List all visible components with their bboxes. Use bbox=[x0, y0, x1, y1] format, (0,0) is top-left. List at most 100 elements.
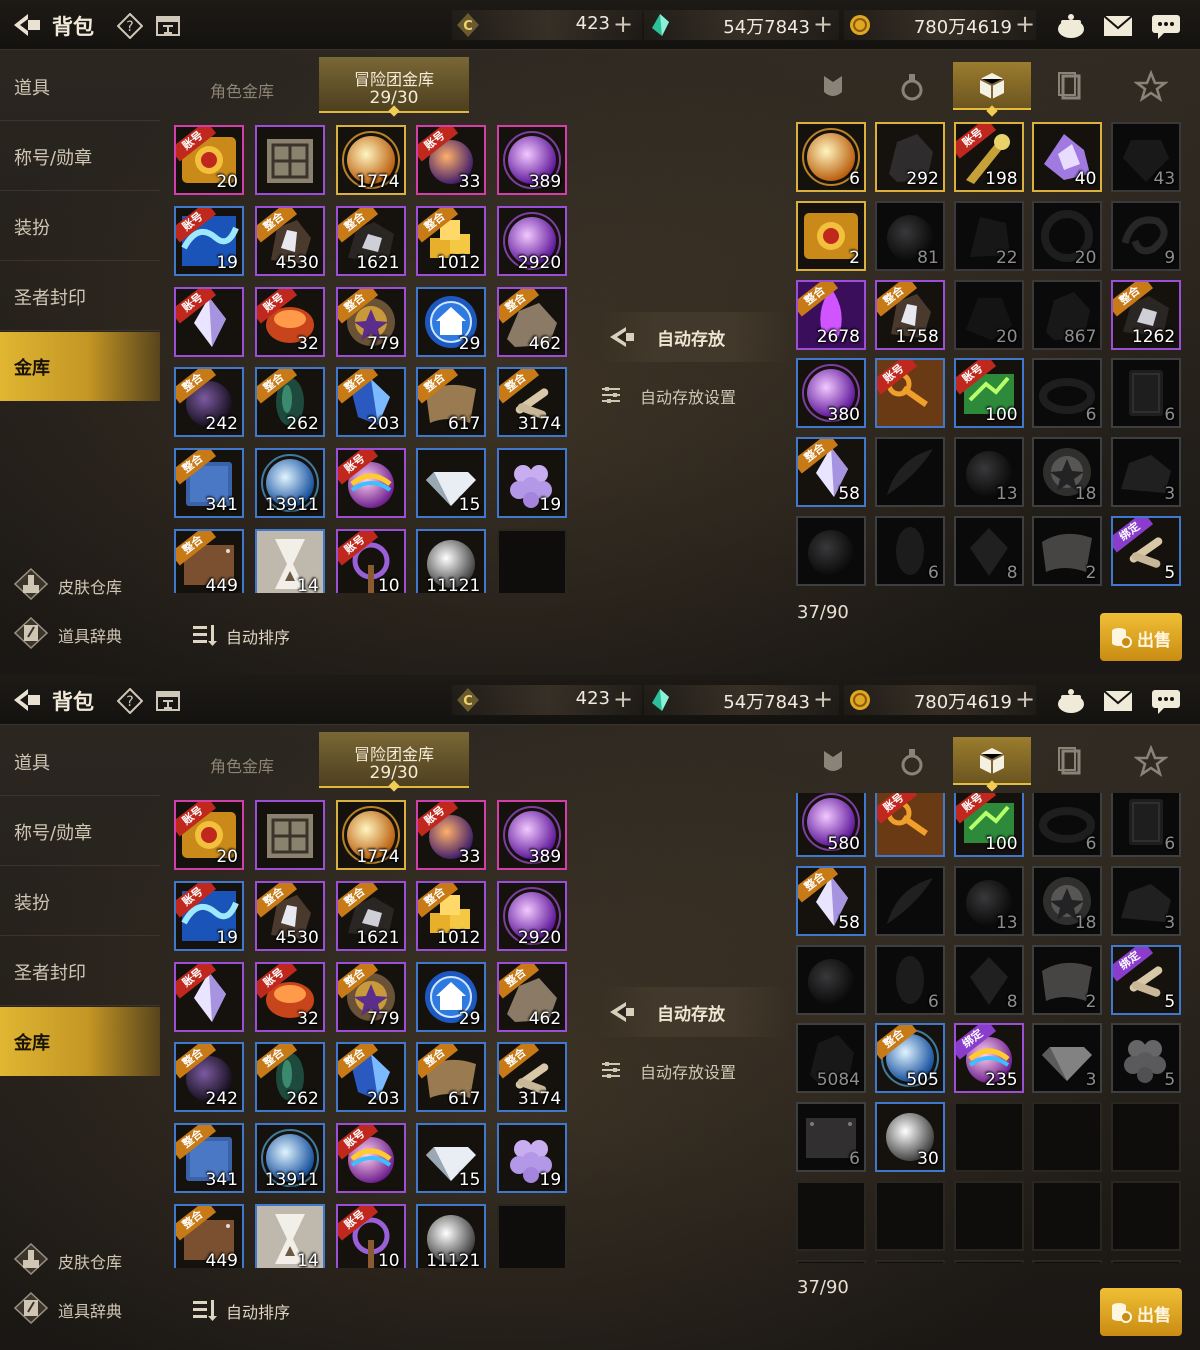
inventory-slot[interactable]: 81 bbox=[874, 200, 945, 271]
nav-item-avatar[interactable]: 装扮 bbox=[0, 867, 160, 936]
inventory-slot[interactable]: 3 bbox=[1032, 1023, 1103, 1094]
inventory-tab-2[interactable] bbox=[873, 737, 951, 785]
vault-slot[interactable]: 账号 20 bbox=[174, 125, 244, 195]
vault-slot[interactable]: 账号 33 bbox=[416, 800, 487, 870]
auto-store-button[interactable]: 自动存放 bbox=[600, 987, 790, 1037]
vault-slot[interactable]: 1774 bbox=[335, 800, 406, 870]
vault-slot[interactable]: 整合 3174 bbox=[497, 367, 568, 438]
vault-slot[interactable]: 13911 bbox=[254, 1123, 325, 1194]
inventory-slot[interactable]: 30 bbox=[874, 1102, 945, 1173]
nav-item-avatar[interactable]: 装扮 bbox=[0, 192, 160, 261]
vault-slot[interactable]: 整合 449 bbox=[174, 529, 244, 593]
inventory-slot[interactable]: 整合 1758 bbox=[874, 279, 945, 350]
inventory-slot[interactable]: 账号 100 bbox=[953, 358, 1024, 429]
inventory-slot[interactable]: 整合 2678 bbox=[796, 279, 866, 350]
vault-slot[interactable]: 账号 32 bbox=[254, 286, 325, 357]
vault-slot[interactable]: 1774 bbox=[335, 125, 406, 195]
inventory-tab-3[interactable] bbox=[952, 737, 1031, 785]
inventory-tab-1[interactable] bbox=[794, 737, 872, 785]
nav-item-items[interactable]: 道具 bbox=[0, 727, 160, 796]
inventory-slot[interactable]: 2 bbox=[1032, 516, 1103, 586]
inventory-slot[interactable]: 13 bbox=[953, 437, 1024, 508]
auto-store-button[interactable]: 自动存放 bbox=[600, 312, 790, 362]
vault-slot[interactable]: 15 bbox=[416, 448, 487, 519]
calendar-icon[interactable] bbox=[155, 688, 181, 712]
inventory-tab-5[interactable] bbox=[1112, 737, 1190, 785]
inventory-tab-4[interactable] bbox=[1032, 737, 1110, 785]
inventory-slot[interactable]: 867 bbox=[1032, 279, 1103, 350]
inventory-slot[interactable]: 18 bbox=[1032, 865, 1103, 936]
sell-button[interactable]: 出售 bbox=[1100, 613, 1182, 661]
skin-warehouse-link[interactable]: 皮肤仓库 bbox=[14, 1243, 164, 1275]
vault-slot[interactable]: 整合 3174 bbox=[497, 1042, 568, 1113]
inventory-slot[interactable]: 绑定 5 bbox=[1111, 944, 1182, 1015]
skin-warehouse-link[interactable]: 皮肤仓库 bbox=[14, 568, 164, 600]
item-dictionary-link[interactable]: 道具辞典 bbox=[14, 1292, 164, 1324]
vault-slot[interactable]: 19 bbox=[497, 1123, 568, 1194]
vault-slot[interactable] bbox=[254, 800, 325, 870]
item-dictionary-link[interactable]: 道具辞典 bbox=[14, 617, 164, 649]
auto-store-settings-button[interactable]: 自动存放设置 bbox=[600, 375, 790, 415]
vault-slot[interactable]: 账号 bbox=[335, 1123, 406, 1194]
vault-slot[interactable]: 14 bbox=[254, 529, 325, 593]
inventory-slot[interactable]: 整合 58 bbox=[796, 865, 866, 936]
vault-slot[interactable]: 29 bbox=[416, 961, 487, 1032]
nav-item-vault[interactable]: 金库 bbox=[0, 1007, 160, 1076]
vault-slot[interactable]: 整合 242 bbox=[174, 1042, 244, 1113]
vault-slot[interactable]: 账号 20 bbox=[174, 800, 244, 870]
inventory-slot[interactable]: 8 bbox=[953, 516, 1024, 586]
inventory-slot[interactable]: 5 bbox=[1111, 1023, 1182, 1094]
inventory-slot[interactable]: 6 bbox=[874, 944, 945, 1015]
auto-store-settings-button[interactable]: 自动存放设置 bbox=[600, 1050, 790, 1090]
vault-slot[interactable]: 整合 779 bbox=[335, 286, 406, 357]
inventory-tab-1[interactable] bbox=[794, 62, 872, 110]
inventory-slot[interactable] bbox=[874, 437, 945, 508]
auto-sort-button[interactable]: 自动排序 bbox=[192, 620, 322, 650]
vault-slot[interactable]: 2920 bbox=[497, 205, 568, 276]
vault-slot[interactable]: 整合 262 bbox=[254, 1042, 325, 1113]
vault-slot[interactable]: 账号 10 bbox=[335, 529, 406, 593]
vault-slot[interactable]: 13911 bbox=[254, 448, 325, 519]
vault-slot[interactable]: 整合 449 bbox=[174, 1204, 244, 1268]
inventory-slot[interactable]: 绑定 5 bbox=[1111, 516, 1182, 586]
vault-slot[interactable]: 账号 bbox=[174, 286, 244, 357]
mail-icon[interactable] bbox=[1102, 12, 1134, 40]
vault-slot[interactable]: 账号 19 bbox=[174, 205, 244, 276]
inventory-tab-3[interactable] bbox=[952, 62, 1031, 110]
inventory-slot[interactable]: 账号 bbox=[874, 358, 945, 429]
vault-slot[interactable]: 整合 462 bbox=[497, 286, 568, 357]
vault-slot[interactable]: 整合 1621 bbox=[335, 205, 406, 276]
add-currency-crystal-button[interactable]: + bbox=[813, 684, 833, 714]
inventory-slot[interactable]: 6 bbox=[1111, 358, 1182, 429]
inventory-slot[interactable]: 6 bbox=[874, 516, 945, 586]
chat-icon[interactable] bbox=[1150, 687, 1182, 715]
add-currency-crystal-button[interactable]: + bbox=[813, 9, 833, 39]
back-arrow-icon[interactable] bbox=[12, 12, 42, 38]
inventory-slot[interactable]: 3 bbox=[1111, 865, 1182, 936]
vault-slot[interactable]: 整合 203 bbox=[335, 367, 406, 438]
inventory-slot[interactable]: 3 bbox=[1111, 437, 1182, 508]
inventory-slot[interactable]: 8 bbox=[953, 944, 1024, 1015]
vault-slot[interactable]: 2920 bbox=[497, 880, 568, 951]
inventory-slot[interactable]: 账号 bbox=[874, 793, 945, 857]
vault-slot[interactable]: 14 bbox=[254, 1204, 325, 1268]
vault-slot[interactable]: 账号 bbox=[335, 448, 406, 519]
vault-slot[interactable] bbox=[254, 125, 325, 195]
inventory-slot[interactable]: 580 bbox=[796, 793, 866, 857]
tab-character-vault[interactable]: 角色金库 bbox=[210, 753, 274, 777]
nav-item-titles-medals[interactable]: 称号/勋章 bbox=[0, 122, 160, 191]
vault-slot[interactable]: 账号 32 bbox=[254, 961, 325, 1032]
vault-slot[interactable]: 账号 33 bbox=[416, 125, 487, 195]
inventory-slot[interactable]: 整合 1262 bbox=[1111, 279, 1182, 350]
help-icon[interactable]: ? bbox=[117, 13, 143, 39]
vault-slot[interactable]: 账号 10 bbox=[335, 1204, 406, 1268]
inventory-slot[interactable]: 整合 505 bbox=[874, 1023, 945, 1094]
inventory-tab-4[interactable] bbox=[1032, 62, 1110, 110]
vault-slot[interactable]: 整合 341 bbox=[174, 448, 244, 519]
nav-item-saint-seal[interactable]: 圣者封印 bbox=[0, 937, 160, 1006]
inventory-slot[interactable] bbox=[796, 516, 866, 586]
add-currency-gold-button[interactable]: + bbox=[1015, 684, 1035, 714]
vault-slot[interactable]: 整合 462 bbox=[497, 961, 568, 1032]
vault-slot[interactable]: 15 bbox=[416, 1123, 487, 1194]
inventory-slot[interactable] bbox=[874, 865, 945, 936]
